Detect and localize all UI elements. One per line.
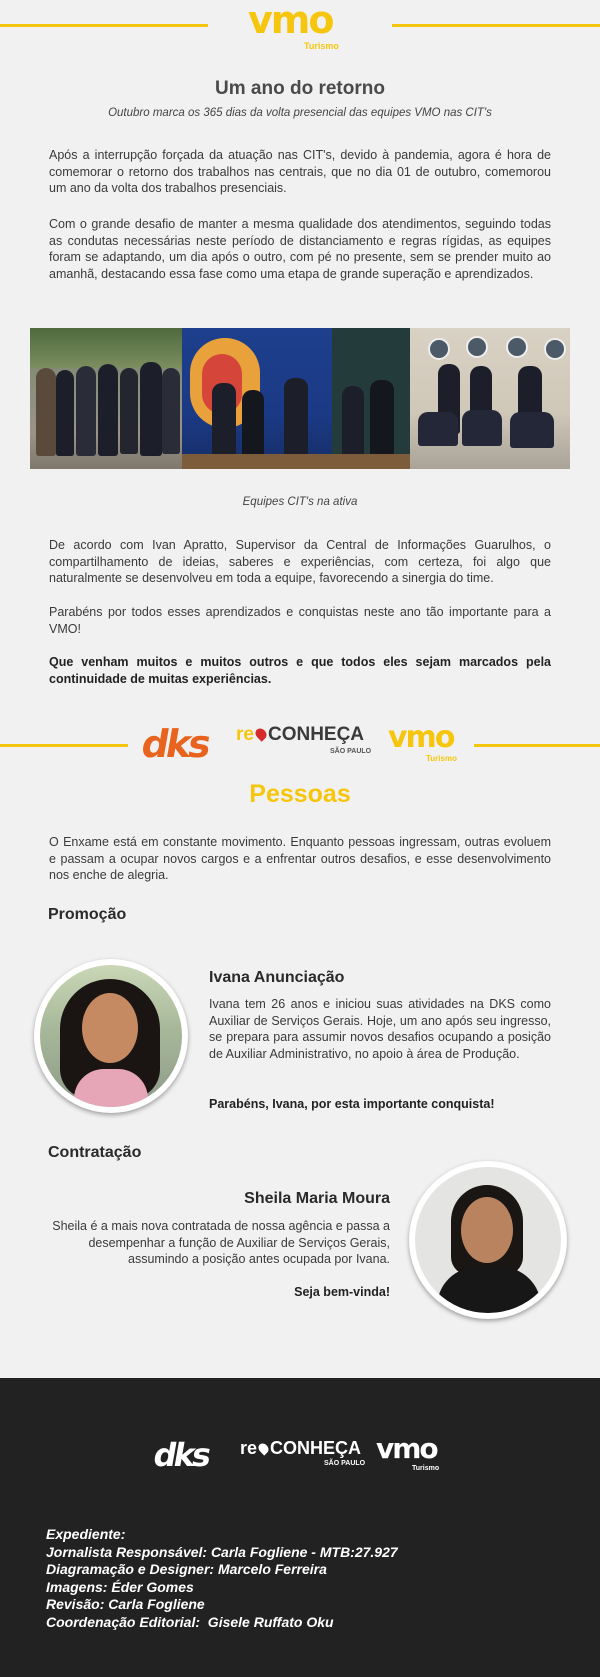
reconheca-logo: re CONHEÇA SÃO PAULO	[236, 724, 371, 755]
vmo-brand-sub: Turismo	[426, 754, 457, 763]
promotion-heading: Promoção	[48, 906, 127, 923]
reconheca-sub: SÃO PAULO	[330, 748, 372, 755]
article-paragraph-2: Com o grande desafio de manter a mesma q…	[49, 217, 551, 281]
footer-images: Imagens: Éder Gomes	[46, 1578, 194, 1595]
reconheca-prefix: re	[236, 724, 254, 745]
ivana-congrats: Parabéns, Ivana, por esta importante con…	[209, 1097, 495, 1111]
map-pin-icon	[253, 726, 269, 742]
footer-coordination: Coordenação Editorial: Gisele Ruffato Ok…	[46, 1613, 334, 1630]
team-photo-outdoor	[30, 328, 182, 469]
vmo-logo-mark: VMO	[248, 0, 334, 42]
footer-reconheca-main: CONHEÇA	[270, 1438, 362, 1458]
footer-design: Diagramação e Designer: Marcelo Ferreira	[46, 1561, 327, 1577]
ivana-photo	[34, 959, 188, 1113]
page-title: Um ano do retorno	[215, 78, 385, 99]
sheila-photo	[409, 1161, 567, 1319]
header-line-left	[0, 24, 208, 27]
footer-vmo-sub: Turismo	[412, 1465, 440, 1472]
people-title: Pessoas	[249, 780, 351, 808]
sheila-description: Sheila é a mais nova contratada de nossa…	[52, 1219, 390, 1266]
footer-map-pin-icon	[256, 1441, 271, 1456]
footer-expediente: Expediente:	[46, 1526, 126, 1542]
article-paragraph-1: Após a interrupção forçada da atuação na…	[49, 148, 551, 195]
team-photo-building	[410, 328, 570, 469]
brand-line-left	[0, 744, 128, 747]
footer-journalist: Jornalista Responsável: Carla Fogliene -…	[46, 1543, 398, 1560]
brand-line-right	[474, 744, 600, 747]
footer-reconheca-sub: SÃO PAULO	[324, 1460, 366, 1467]
vmo-logo-sub: Turismo	[304, 41, 339, 51]
people-intro: O Enxame está em constante movimento. En…	[49, 835, 551, 882]
article-paragraph-5: Que venham muitos e muitos outros e que …	[49, 655, 551, 686]
hiring-heading: Contratação	[48, 1144, 142, 1161]
dks-logo: DKS	[138, 722, 212, 766]
sheila-name: Sheila Maria Moura	[244, 1190, 390, 1207]
article-paragraph-3: De acordo com Ivan Apratto, Supervisor d…	[49, 538, 551, 585]
footer-reconheca-logo: re CONHEÇA SÃO PAULO	[240, 1438, 365, 1467]
sheila-welcome: Seja bem-vinda!	[294, 1285, 390, 1299]
ivana-name: Ivana Anunciação	[209, 969, 345, 986]
header-line-right	[392, 24, 600, 27]
page-subtitle: Outubro marca os 365 dias da volta prese…	[108, 107, 492, 119]
article-paragraph-4: Parabéns por todos esses aprendizados e …	[49, 605, 551, 636]
footer-vmo-logo: VMO	[376, 1432, 439, 1465]
footer-reconheca-prefix: re	[240, 1438, 258, 1458]
reconheca-main: CONHEÇA	[267, 724, 365, 745]
team-photo-booth	[182, 328, 410, 469]
footer-review: Revisão: Carla Fogliene	[46, 1596, 205, 1612]
vmo-brand-logo: VMO	[388, 720, 455, 755]
footer-dks-logo: DKS	[150, 1436, 212, 1474]
footer: DKS re CONHEÇA SÃO PAULO VMO Turismo Expe…	[0, 1378, 600, 1677]
ivana-description: Ivana tem 26 anos e iniciou suas ativida…	[209, 997, 551, 1061]
photo-caption: Equipes CIT's na ativa	[242, 496, 358, 508]
